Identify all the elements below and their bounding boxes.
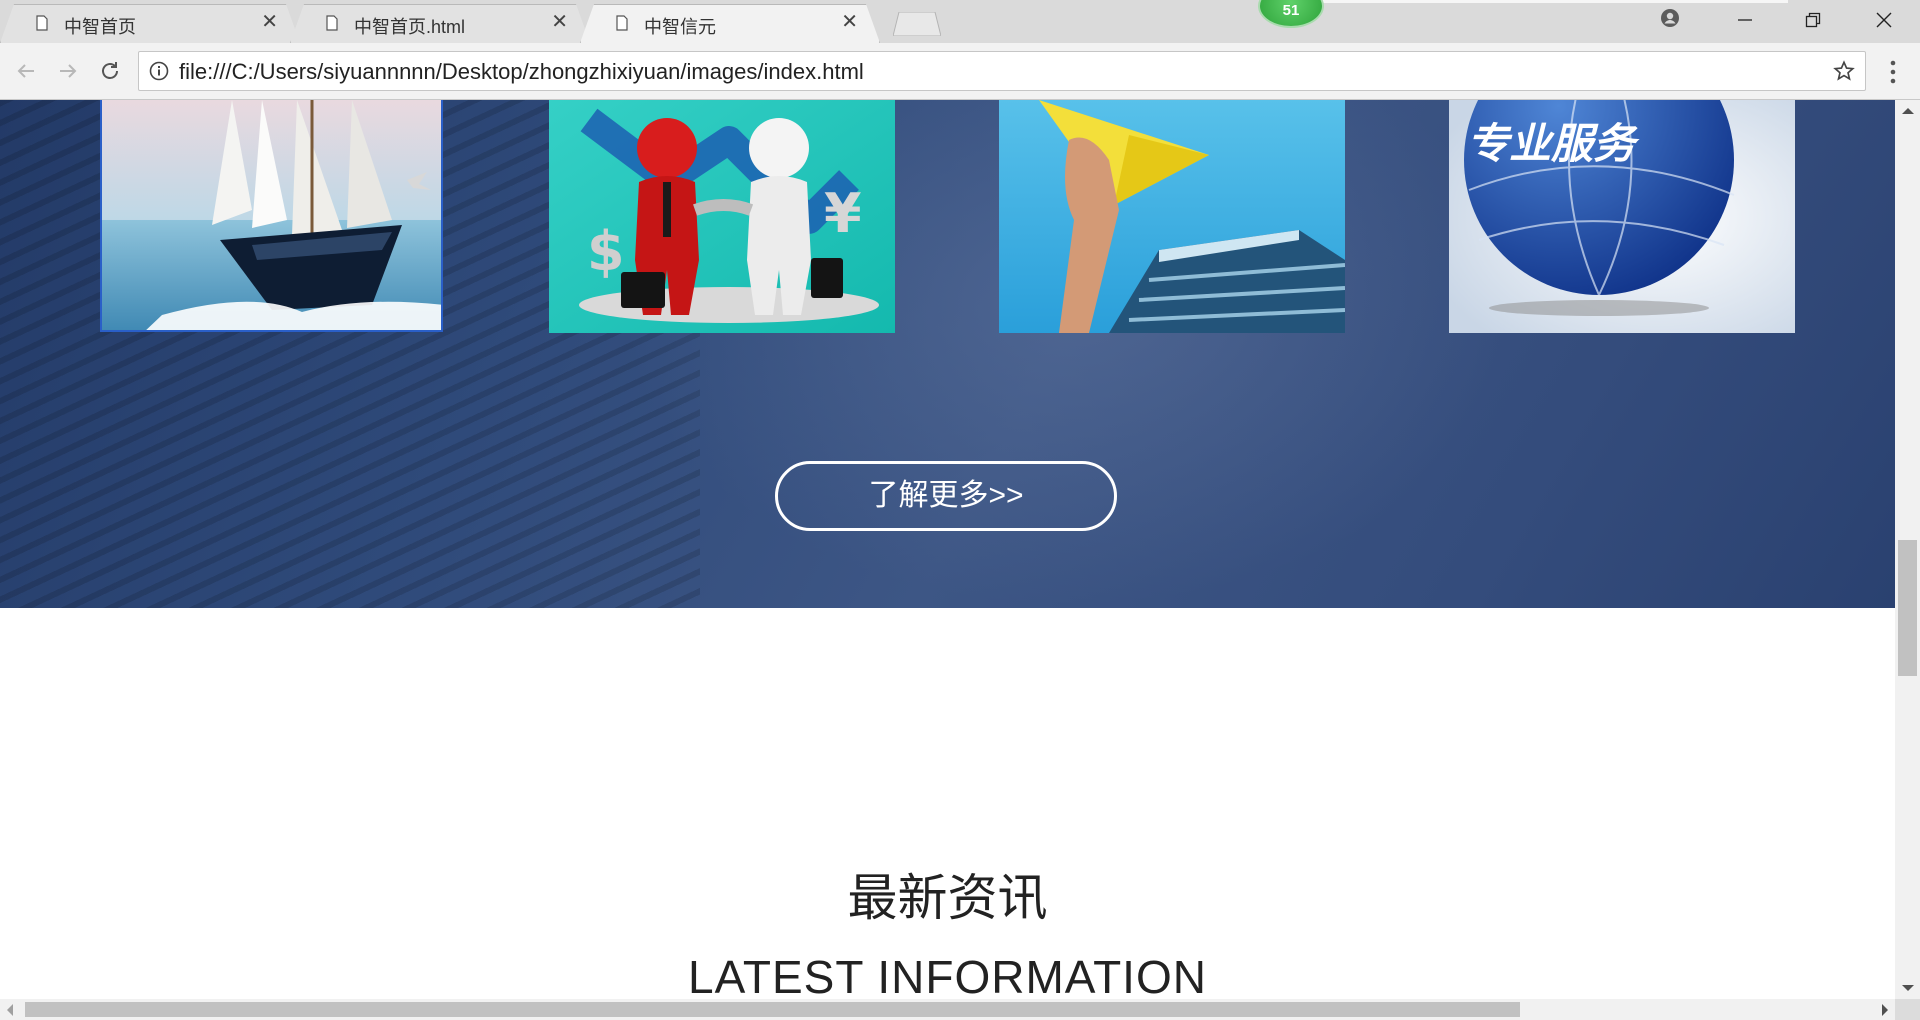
scrollbar-corner (1895, 999, 1920, 1020)
scroll-up-arrow-icon[interactable] (1902, 108, 1914, 114)
horizontal-scrollbar[interactable] (0, 999, 1895, 1020)
services-section: $ ¥ 专业服务 了解更多>> (0, 100, 1895, 608)
page-icon (36, 15, 48, 31)
tab-title: 中智信元 (644, 17, 716, 37)
service-card-paper-plane[interactable] (999, 100, 1345, 333)
scroll-left-arrow-icon[interactable] (7, 1004, 13, 1016)
horizontal-scroll-thumb[interactable] (25, 1002, 1520, 1017)
service-card-handshake[interactable]: $ ¥ (549, 100, 895, 333)
service-card-globe[interactable]: 专业服务 (1449, 100, 1795, 333)
service-card-sailboat[interactable] (100, 100, 443, 332)
svg-text:$: $ (587, 220, 625, 283)
forward-arrow-icon[interactable] (54, 57, 82, 85)
profile-icon[interactable] (1660, 8, 1680, 28)
restore-icon (1805, 12, 1821, 28)
page-icon (326, 15, 338, 31)
tab-1[interactable]: 中智首页 ✕ (0, 4, 300, 43)
handshake-image: $ ¥ (549, 100, 895, 333)
svg-text:¥: ¥ (824, 182, 862, 245)
minimize-icon (1738, 19, 1752, 21)
new-tab-button[interactable] (893, 12, 941, 36)
tab-2[interactable]: 中智首页.html ✕ (290, 4, 590, 43)
browser-toolbar: file:///C:/Users/siyuannnnn/Desktop/zhon… (0, 43, 1920, 100)
page-icon (616, 15, 628, 31)
globe-caption: 专业服务 (1467, 119, 1640, 168)
tab-strip: 中智首页 ✕ 中智首页.html ✕ 中智信元 ✕ 51 (0, 0, 1920, 43)
scroll-down-arrow-icon[interactable] (1902, 985, 1914, 991)
vertical-scroll-thumb[interactable] (1898, 540, 1917, 676)
window-close-button[interactable] (1855, 0, 1913, 40)
scroll-right-arrow-icon[interactable] (1882, 1004, 1888, 1016)
back-arrow-icon[interactable] (12, 57, 40, 85)
globe-image: 专业服务 (1449, 100, 1795, 333)
minimize-button[interactable] (1716, 0, 1774, 40)
close-icon[interactable]: ✕ (841, 12, 858, 32)
tab-title: 中智首页 (64, 17, 136, 37)
star-icon[interactable] (1833, 60, 1855, 82)
close-icon[interactable]: ✕ (261, 12, 278, 32)
news-section-title: 最新资讯 (847, 870, 1048, 926)
close-icon[interactable]: ✕ (551, 12, 568, 32)
restore-button[interactable] (1784, 0, 1842, 40)
kebab-menu-icon[interactable] (1886, 59, 1900, 85)
news-section-subtitle: LATEST INFORMATION (688, 951, 1207, 999)
info-icon[interactable] (149, 61, 169, 81)
close-icon (1876, 12, 1892, 28)
reload-icon[interactable] (96, 57, 124, 85)
paper-plane-image (999, 100, 1345, 333)
page-viewport: $ ¥ 专业服务 了解更多>> 最新资讯 LATEST INFORMATION (0, 100, 1895, 999)
vertical-scrollbar[interactable] (1895, 100, 1920, 999)
sailboat-image (102, 100, 441, 330)
tab-3[interactable]: 中智信元 ✕ (580, 4, 880, 43)
address-bar[interactable]: file:///C:/Users/siyuannnnn/Desktop/zhon… (138, 51, 1866, 91)
tab-title: 中智首页.html (354, 17, 466, 37)
learn-more-button[interactable]: 了解更多>> (775, 461, 1117, 531)
extension-badge[interactable]: 51 (1258, 0, 1324, 28)
url-text[interactable]: file:///C:/Users/siyuannnnn/Desktop/zhon… (179, 59, 864, 85)
